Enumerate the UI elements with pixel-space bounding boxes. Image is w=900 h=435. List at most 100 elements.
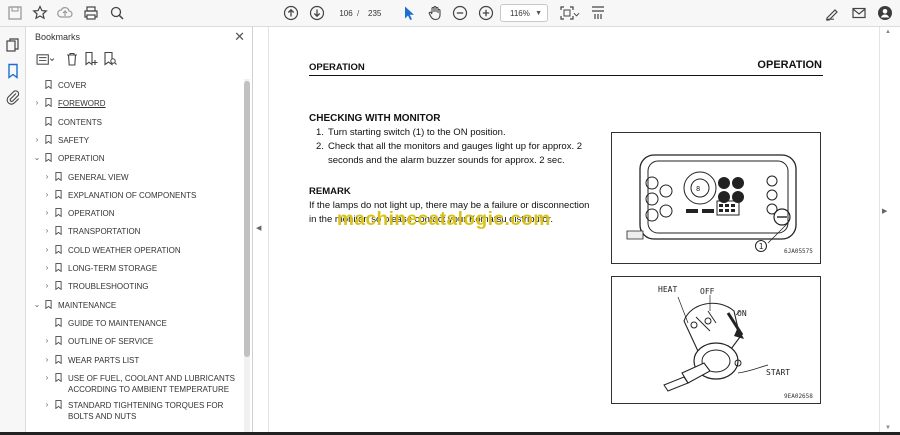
- bookmark-label: LONG-TERM STORAGE: [68, 264, 158, 273]
- page-up-icon[interactable]: [282, 4, 300, 22]
- bookmark-icon: [45, 80, 52, 89]
- bookmark-icon: [45, 116, 52, 126]
- zoom-out-icon[interactable]: [451, 4, 469, 22]
- bookmark-icon: [45, 98, 52, 108]
- bookmark-icon: [45, 299, 52, 309]
- bookmark-icon: [55, 226, 62, 236]
- account-icon[interactable]: [876, 4, 894, 22]
- bookmark-label: EXPLANATION OF COMPONENTS: [68, 190, 197, 200]
- chevron-right-icon[interactable]: ›: [43, 190, 51, 199]
- sign-icon[interactable]: [823, 4, 841, 22]
- bookmark-label: FOREWORD: [58, 99, 106, 109]
- new-bookmark-icon[interactable]: [83, 51, 99, 67]
- chevron-down-icon[interactable]: ⌄: [33, 300, 41, 309]
- scroll-up-icon[interactable]: ▲: [885, 29, 891, 35]
- bookmark-label: CONTENTS: [58, 117, 102, 127]
- label-start: START: [766, 368, 791, 377]
- chevron-right-icon[interactable]: ›: [43, 263, 51, 272]
- chevron-right-icon[interactable]: ›: [43, 208, 51, 217]
- scroll-down-icon[interactable]: ▼: [885, 425, 891, 431]
- bookmark-label: COVER: [58, 81, 87, 90]
- print-icon[interactable]: [82, 4, 100, 22]
- page-separator: /: [357, 8, 360, 18]
- callout-1: 1: [755, 240, 767, 252]
- bookmark-label: USE OF FUEL, COOLANT AND LUBRICANTS: [68, 373, 235, 383]
- bookmark-label: OPERATION: [68, 209, 115, 219]
- step-1-number: 1.: [316, 127, 324, 138]
- bookmark-icon: [55, 263, 62, 272]
- bookmark-icon: [55, 318, 62, 327]
- chevron-right-icon[interactable]: ›: [43, 226, 51, 235]
- bookmark-label: COLD WEATHER OPERATION: [68, 245, 181, 255]
- chevron-right-icon[interactable]: ›: [43, 172, 51, 181]
- label-off: OFF: [700, 287, 715, 296]
- chevron-right-icon[interactable]: ›: [43, 355, 51, 364]
- bookmark-options-icon[interactable]: [35, 51, 55, 67]
- chevron-right-icon[interactable]: ›: [33, 135, 41, 144]
- mail-icon[interactable]: [850, 4, 868, 22]
- bookmark-label: WEAR PARTS LIST: [68, 355, 140, 365]
- starting-switch-figure: HEAT OFF ON START 9EA02658: [611, 276, 821, 404]
- header-rule: [309, 75, 823, 76]
- step-1-text: Turn starting switch (1) to the ON posit…: [328, 127, 506, 138]
- bookmark-icon: [55, 372, 62, 382]
- chevron-right-icon[interactable]: ›: [43, 245, 51, 254]
- page-number-input[interactable]: 106: [334, 5, 358, 21]
- delete-bookmark-icon[interactable]: [64, 51, 80, 67]
- zoom-in-icon[interactable]: [477, 4, 495, 22]
- chevron-right-icon[interactable]: ›: [33, 98, 41, 107]
- bookmark-label: STANDARD TIGHTENING TORQUES FOR: [68, 400, 224, 410]
- fit-chevron-down-icon[interactable]: [572, 5, 580, 23]
- page-total: 235: [368, 8, 382, 18]
- attachment-icon[interactable]: [4, 88, 22, 106]
- bookmark-label: GUIDE TO MAINTENANCE: [68, 318, 167, 328]
- label-on: ON: [737, 309, 747, 318]
- bookmark-list: COVER › FOREWORD CONTENTS › SAFETY ⌄ OPERATION ›…: [26, 79, 242, 435]
- bookmark-label: MAINTENANCE: [58, 300, 117, 310]
- bookmark-icon: [55, 244, 62, 254]
- bookmark-icon: [55, 354, 62, 364]
- bookmark-label: OUTLINE OF SERVICE: [68, 337, 154, 347]
- bookmarks-panel-icon[interactable]: [4, 62, 22, 80]
- chevron-right-icon[interactable]: ›: [43, 400, 51, 409]
- bookmark-icon: [55, 208, 62, 218]
- bookmark-label-line2: BOLTS AND NUTS: [68, 411, 137, 421]
- bookmark-icon: [45, 153, 52, 163]
- monitor-panel-drawing: 8: [626, 154, 797, 244]
- zoom-level-select[interactable]: 116% ▼: [500, 4, 548, 22]
- scroll-mode-icon[interactable]: [589, 4, 607, 22]
- bookmark-label: GENERAL VIEW: [68, 172, 129, 182]
- save-icon[interactable]: [6, 4, 24, 22]
- chevron-down-icon: ▼: [535, 10, 542, 17]
- chevron-right-icon[interactable]: ›: [43, 281, 51, 290]
- zoom-search-icon[interactable]: [108, 4, 126, 22]
- chevron-right-icon[interactable]: ›: [43, 373, 51, 382]
- bookmark-icon: [55, 189, 62, 199]
- monitor-panel-figure: 8 1 6JA05575: [611, 132, 821, 264]
- hand-icon[interactable]: [426, 4, 444, 22]
- bookmark-label-line2: ACCORDING TO AMBIENT TEMPERATURE: [68, 384, 230, 394]
- upload-icon[interactable]: [56, 4, 74, 22]
- pages-icon[interactable]: [4, 36, 22, 54]
- bookmark-icon: [55, 171, 62, 181]
- bookmarks-title: Bookmarks: [35, 32, 81, 42]
- find-bookmark-icon[interactable]: [102, 51, 118, 67]
- pdf-viewer: 106 / 235 116% ▼ Bookmarks ✕ COVER › FOR…: [0, 0, 900, 435]
- bookmark-icon: [55, 281, 62, 291]
- collapse-panel-icon[interactable]: ◀: [256, 224, 261, 232]
- page-down-icon[interactable]: [308, 4, 326, 22]
- svg-text:8: 8: [696, 185, 700, 193]
- chevron-right-icon[interactable]: ›: [43, 336, 51, 345]
- document-scrollbar[interactable]: ▲ ▼: [882, 27, 898, 435]
- pointer-icon[interactable]: [400, 4, 418, 22]
- zoom-level-value: 116%: [510, 8, 530, 18]
- close-icon[interactable]: ✕: [234, 29, 245, 45]
- bookmarks-panel: Bookmarks ✕ COVER › FOREWORD CONTENTS › SAFET…: [26, 27, 253, 435]
- chevron-down-icon[interactable]: ⌄: [33, 153, 41, 162]
- left-nav-rail: [0, 27, 26, 435]
- section-title: CHECKING WITH MONITOR: [309, 113, 441, 124]
- bookmark-star-icon[interactable]: [31, 4, 49, 22]
- bookmarks-scroll-thumb[interactable]: [244, 81, 250, 357]
- step-2-number: 2.: [316, 141, 324, 152]
- bookmarks-toolbar: [26, 49, 253, 71]
